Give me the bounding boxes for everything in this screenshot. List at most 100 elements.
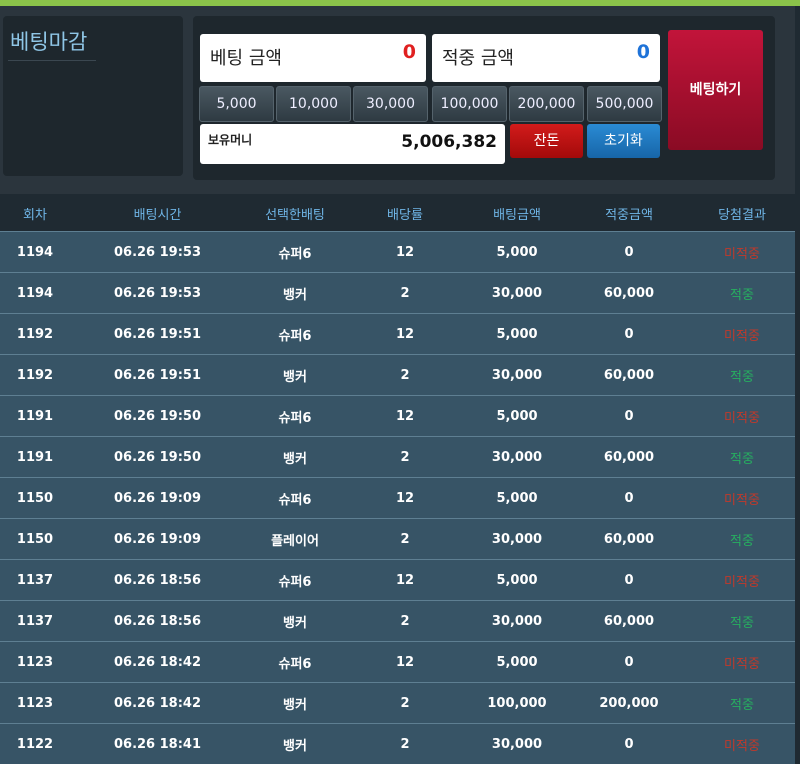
cell-bet-amount: 5,000: [465, 396, 569, 437]
table-row: 119106.26 19:50뱅커230,00060,000적중: [0, 437, 795, 478]
cell-win-amount: 60,000: [569, 355, 689, 396]
cell-win-amount: 0: [569, 478, 689, 519]
cell-bet-time: 06.26 19:09: [70, 478, 245, 519]
cell-win-amount: 60,000: [569, 601, 689, 642]
cell-bet-amount: 5,000: [465, 478, 569, 519]
chip-10000-button[interactable]: 10,000: [276, 86, 351, 122]
chip-500000-button[interactable]: 500,000: [587, 86, 662, 122]
cell-odds: 2: [345, 355, 465, 396]
cell-bet-amount: 30,000: [465, 601, 569, 642]
cell-bet-time: 06.26 19:51: [70, 314, 245, 355]
cell-bet-time: 06.26 19:53: [70, 232, 245, 273]
cell-result: 미적중: [689, 314, 795, 355]
cell-bet-amount: 30,000: [465, 355, 569, 396]
cell-result: 미적중: [689, 642, 795, 683]
header-result: 당첨결과: [689, 195, 795, 232]
bet-amount-box: 베팅 금액 0: [200, 34, 426, 82]
chip-5000-button[interactable]: 5,000: [199, 86, 274, 122]
chip-30000-button[interactable]: 30,000: [353, 86, 428, 122]
cell-selected-bet: 뱅커: [245, 601, 345, 642]
cell-win-amount: 60,000: [569, 437, 689, 478]
cell-result: 미적중: [689, 724, 795, 764]
reset-button[interactable]: 초기화: [587, 124, 660, 158]
cell-bet-time: 06.26 18:41: [70, 724, 245, 764]
cell-odds: 2: [345, 273, 465, 314]
cell-result: 적중: [689, 519, 795, 560]
cell-result: 적중: [689, 437, 795, 478]
cell-selected-bet: 플레이어: [245, 519, 345, 560]
cell-odds: 12: [345, 560, 465, 601]
cell-round: 1137: [0, 560, 70, 601]
cell-bet-time: 06.26 19:09: [70, 519, 245, 560]
cell-win-amount: 0: [569, 396, 689, 437]
cell-bet-amount: 5,000: [465, 232, 569, 273]
chip-100000-button[interactable]: 100,000: [432, 86, 507, 122]
cell-bet-amount: 5,000: [465, 642, 569, 683]
table-row: 113706.26 18:56뱅커230,00060,000적중: [0, 601, 795, 642]
cell-bet-amount: 100,000: [465, 683, 569, 724]
win-amount-value: 0: [637, 41, 650, 63]
change-button[interactable]: 잔돈: [510, 124, 583, 158]
cell-bet-time: 06.26 18:56: [70, 601, 245, 642]
cell-odds: 2: [345, 519, 465, 560]
cell-selected-bet: 뱅커: [245, 355, 345, 396]
cell-bet-amount: 5,000: [465, 314, 569, 355]
bet-history-table: 회차 배팅시간 선택한배팅 배당률 배팅금액 적중금액 당첨결과 119406.…: [0, 195, 795, 764]
cell-round: 1194: [0, 273, 70, 314]
cell-selected-bet: 뱅커: [245, 273, 345, 314]
balance-box: 보유머니 5,006,382: [200, 124, 505, 164]
chip-200000-button[interactable]: 200,000: [509, 86, 584, 122]
header-odds: 배당률: [345, 195, 465, 232]
cell-bet-amount: 30,000: [465, 724, 569, 764]
cell-bet-time: 06.26 19:51: [70, 355, 245, 396]
balance-label: 보유머니: [208, 131, 252, 148]
cell-win-amount: 0: [569, 560, 689, 601]
cell-win-amount: 200,000: [569, 683, 689, 724]
cell-odds: 12: [345, 642, 465, 683]
header-bet-amount: 배팅금액: [465, 195, 569, 232]
cell-round: 1123: [0, 683, 70, 724]
header-win-amount: 적중금액: [569, 195, 689, 232]
cell-selected-bet: 슈퍼6: [245, 396, 345, 437]
win-amount-label: 적중 금액: [442, 44, 514, 70]
cell-win-amount: 60,000: [569, 273, 689, 314]
cell-odds: 12: [345, 478, 465, 519]
bet-amount-label: 베팅 금액: [210, 44, 282, 70]
place-bet-button[interactable]: 베팅하기: [668, 30, 763, 150]
cell-result: 적중: [689, 355, 795, 396]
balance-value: 5,006,382: [401, 132, 497, 152]
bet-amount-value: 0: [403, 41, 416, 63]
table-header-row: 회차 배팅시간 선택한배팅 배당률 배팅금액 적중금액 당첨결과: [0, 195, 795, 232]
cell-result: 미적중: [689, 396, 795, 437]
cell-result: 적중: [689, 601, 795, 642]
cell-selected-bet: 슈퍼6: [245, 314, 345, 355]
cell-round: 1194: [0, 232, 70, 273]
cell-selected-bet: 뱅커: [245, 683, 345, 724]
cell-selected-bet: 뱅커: [245, 724, 345, 764]
cell-round: 1191: [0, 437, 70, 478]
cell-odds: 2: [345, 437, 465, 478]
cell-selected-bet: 슈퍼6: [245, 232, 345, 273]
cell-win-amount: 0: [569, 724, 689, 764]
cell-result: 적중: [689, 273, 795, 314]
cell-round: 1122: [0, 724, 70, 764]
header-round: 회차: [0, 195, 70, 232]
table-row: 115006.26 19:09슈퍼6125,0000미적중: [0, 478, 795, 519]
table-row: 112306.26 18:42뱅커2100,000200,000적중: [0, 683, 795, 724]
cell-round: 1150: [0, 519, 70, 560]
cell-selected-bet: 슈퍼6: [245, 560, 345, 601]
cell-bet-time: 06.26 18:42: [70, 642, 245, 683]
cell-selected-bet: 슈퍼6: [245, 478, 345, 519]
cell-odds: 12: [345, 314, 465, 355]
cell-round: 1150: [0, 478, 70, 519]
cell-round: 1192: [0, 314, 70, 355]
header-bet-time: 배팅시간: [70, 195, 245, 232]
cell-odds: 12: [345, 396, 465, 437]
table-row: 112306.26 18:42슈퍼6125,0000미적중: [0, 642, 795, 683]
cell-round: 1123: [0, 642, 70, 683]
cell-bet-time: 06.26 18:56: [70, 560, 245, 601]
cell-bet-time: 06.26 19:53: [70, 273, 245, 314]
cell-round: 1191: [0, 396, 70, 437]
cell-round: 1137: [0, 601, 70, 642]
cell-result: 적중: [689, 683, 795, 724]
